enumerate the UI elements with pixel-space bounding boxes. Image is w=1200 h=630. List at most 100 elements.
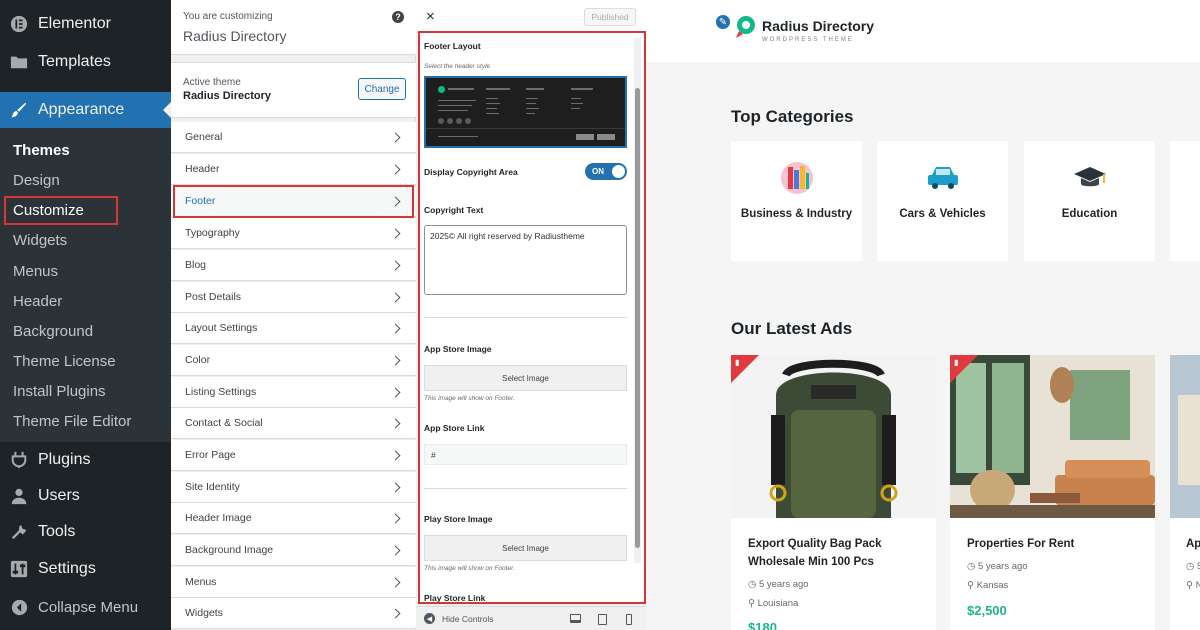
submenu-header[interactable]: Header [13,293,62,310]
ad-card[interactable]: ▮ Export Quality Bag Pack Wholesale Min … [731,355,936,630]
published-button[interactable]: Published [584,8,636,26]
section-menus[interactable]: Menus [171,567,416,598]
chevron-right-icon [390,355,401,365]
section-widgets[interactable]: Widgets [171,598,416,629]
scrollbar-thumb[interactable] [635,88,640,548]
section-contact-social[interactable]: Contact & Social [171,408,416,439]
section-layout-settings[interactable]: Layout Settings [171,313,416,344]
section-blog[interactable]: Blog [171,250,416,281]
tablet-preview-icon[interactable] [598,614,607,625]
bookmark-icon[interactable]: ▮ [735,358,739,367]
menu-plugins[interactable]: Plugins [0,442,171,478]
footer-controls-scroll[interactable]: Footer Layout Select the header style Di… [418,33,644,603]
active-theme-name: Radius Directory [183,90,272,102]
customizer-footer-bar: ◀ Hide Controls [416,606,646,630]
hide-controls-icon[interactable]: ◀ [424,613,435,624]
section-color[interactable]: Color [171,345,416,376]
section-general[interactable]: General [171,122,416,153]
section-header[interactable]: Header [171,154,416,185]
ad-time: ◷ 5 years ago [748,579,809,590]
active-theme-box: Active theme Radius Directory Change [171,62,416,118]
display-copyright-label: Display Copyright Area [424,167,518,177]
category-card[interactable]: Education [1024,141,1155,261]
copyright-toggle[interactable]: ON [585,163,627,180]
menu-appearance[interactable]: Appearance [0,92,171,128]
menu-templates[interactable]: Templates [0,44,171,80]
car-icon [926,161,960,195]
app-store-image-hint: This image will show on Footer. [424,395,515,402]
footer-layout-thumbnail[interactable] [424,76,627,148]
chevron-right-icon [390,387,401,397]
section-label: Footer [185,195,216,207]
chevron-right-icon [390,418,401,428]
app-store-select-image-button[interactable]: Select Image [424,365,627,391]
change-theme-button[interactable]: Change [358,78,406,100]
close-icon[interactable]: × [426,8,435,25]
wp-admin-sidebar: Elementor Templates Appearance Themes De… [0,0,171,630]
logo-icon [438,86,445,93]
section-error-page[interactable]: Error Page [171,440,416,471]
ad-location-value: N [1195,580,1200,591]
submenu-background[interactable]: Background [13,323,93,340]
help-icon[interactable]: ? [392,11,404,23]
copyright-text-label: Copyright Text [424,205,484,215]
menu-users[interactable]: Users [0,478,171,514]
ad-title[interactable]: Properties For Rent [967,535,1147,553]
ad-location: ⚲ N [1186,580,1200,591]
category-card-partial[interactable] [1170,141,1200,261]
submenu-themes[interactable]: Themes [13,142,70,159]
collapse-menu-button[interactable]: Collapse Menu [0,589,171,625]
desktop-preview-icon[interactable] [570,614,581,623]
section-site-identity[interactable]: Site Identity [171,472,416,503]
ad-title[interactable]: Export Quality Bag Pack Wholesale Min 10… [748,535,928,571]
chevron-right-icon [390,292,401,302]
bookmark-icon[interactable]: ▮ [954,358,958,367]
play-store-select-image-button[interactable]: Select Image [424,535,627,561]
submenu-theme-file-editor[interactable]: Theme File Editor [13,413,131,430]
ad-image-partial[interactable] [1170,355,1200,518]
brand-name[interactable]: Radius Directory [762,18,874,34]
ad-card-partial[interactable]: Ap ◷ 5 ⚲ N [1170,355,1200,630]
play-store-image-hint: This image will show on Footer. [424,565,515,572]
hide-controls-button[interactable]: Hide Controls [442,614,494,624]
category-card[interactable]: Cars & Vehicles [877,141,1008,261]
menu-tools[interactable]: Tools [0,514,171,550]
menu-label: Settings [38,560,96,577]
section-post-details[interactable]: Post Details [171,282,416,313]
section-label: Background Image [185,544,274,556]
menu-elementor[interactable]: Elementor [0,6,171,42]
edit-pencil-icon[interactable]: ✎ [714,13,732,31]
section-typography[interactable]: Typography [171,218,416,249]
submenu-install-plugins[interactable]: Install Plugins [13,383,106,400]
section-footer[interactable]: Footer [171,186,416,217]
copyright-textarea[interactable]: 2025© All right reserved by Radiustheme [424,225,627,295]
menu-label: Templates [38,53,111,70]
collapse-icon [9,597,29,617]
category-card[interactable]: Business & Industry [731,141,862,261]
submenu-theme-license[interactable]: Theme License [13,353,116,370]
ad-card[interactable]: ▮ Properties For Rent ◷ 5 years ago ⚲ Ka… [950,355,1155,630]
folder-icon [9,52,29,72]
customizing-label: You are customizing [183,11,273,22]
submenu-widgets[interactable]: Widgets [13,232,67,249]
app-store-link-input[interactable]: # [424,444,627,465]
section-listing-settings[interactable]: Listing Settings [171,377,416,408]
section-label: Layout Settings [185,322,258,334]
header-style-hint: Select the header style [424,63,491,70]
latest-ads-heading: Our Latest Ads [731,319,853,338]
submenu-design[interactable]: Design [13,172,60,189]
mobile-preview-icon[interactable] [626,614,632,625]
ad-image-living-room[interactable]: ▮ [950,355,1155,518]
chevron-right-icon [390,608,401,618]
panel-topbar: × Published [416,0,646,33]
appearance-submenu: Themes Design Customize Widgets Menus He… [0,128,171,442]
category-label: Business & Industry [740,208,853,220]
submenu-menus[interactable]: Menus [13,263,58,280]
section-background-image[interactable]: Background Image [171,535,416,566]
panel-scrollbar[interactable] [634,38,641,563]
ad-image-backpack[interactable]: ▮ [731,355,936,518]
menu-settings[interactable]: Settings [0,551,171,587]
ad-title[interactable]: Ap [1186,535,1200,553]
section-label: Listing Settings [185,386,257,398]
section-header-image[interactable]: Header Image [171,503,416,534]
